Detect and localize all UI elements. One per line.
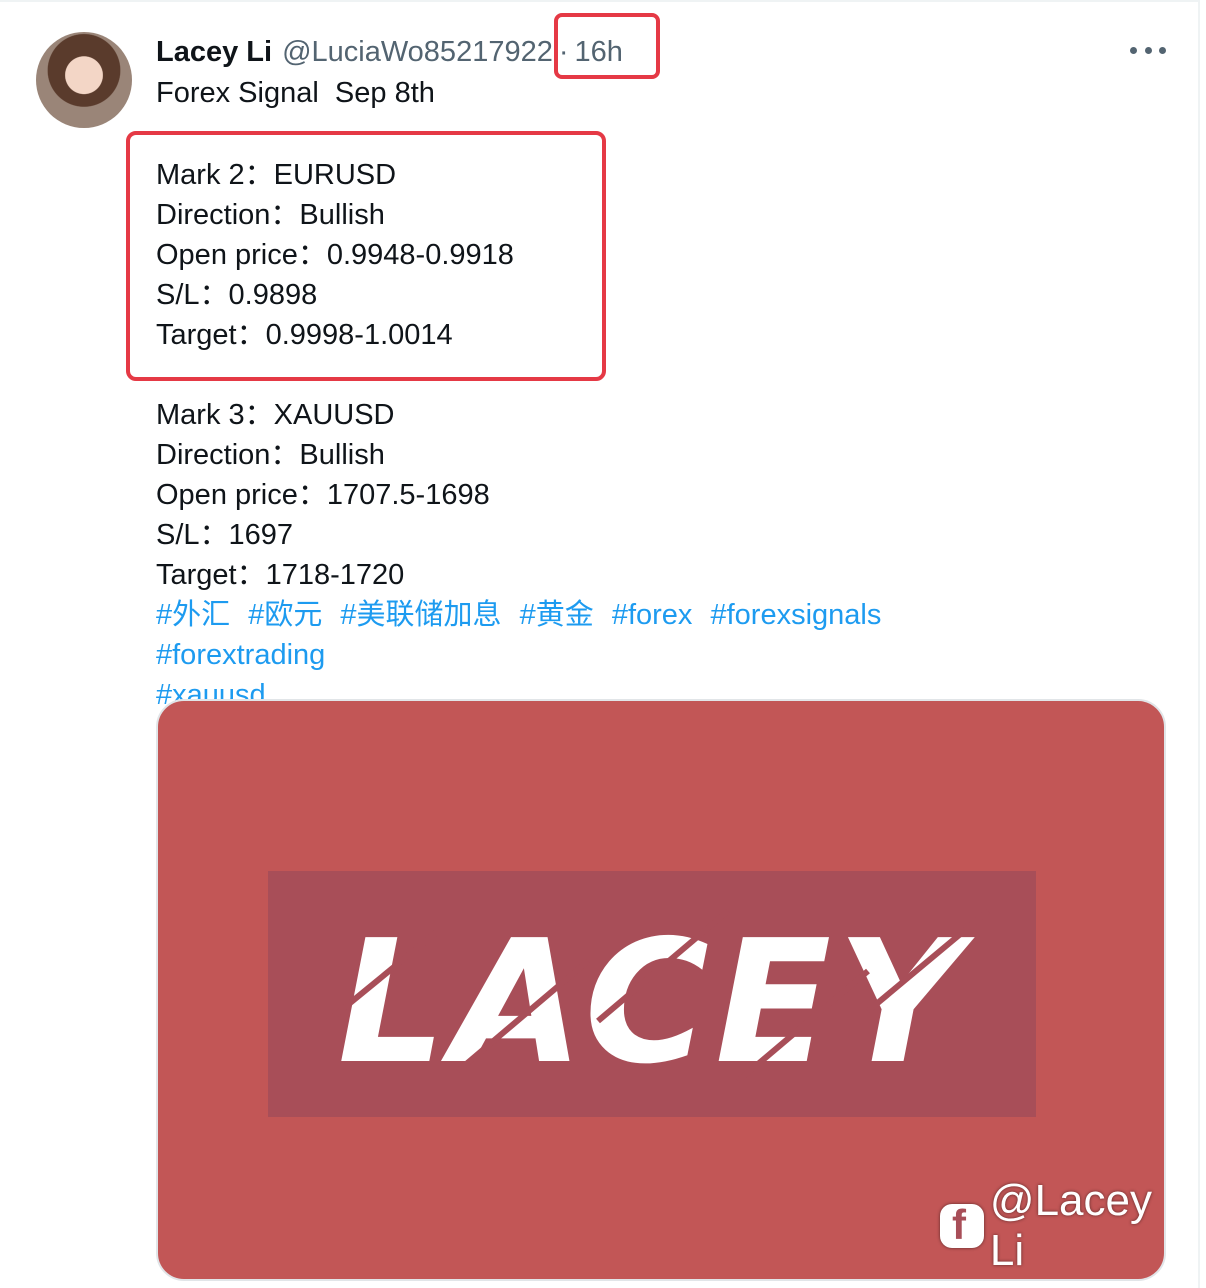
watermark-text: @Lacey Li <box>989 1176 1152 1275</box>
hashtag-list: #外汇 #欧元 #美联储加息 #黄金 #forex #forexsignals … <box>156 595 1076 715</box>
timestamp-highlight-box <box>554 13 660 79</box>
signal-line: S/L：0.9898 <box>156 279 318 311</box>
tweet-header: Lacey Li @LuciaWo85217922 · 16h <box>156 32 623 72</box>
signal-line: Direction：Bullish <box>156 439 385 471</box>
hashtag-link[interactable]: #欧元 <box>248 599 322 631</box>
signal-block-xauusd: Mark 3：XAUUSD Direction：Bullish Open pri… <box>156 395 490 595</box>
signal-line: Target：0.9998-1.0014 <box>156 319 453 351</box>
logo-banner: LACEY <box>268 871 1036 1117</box>
author-avatar[interactable] <box>36 32 132 128</box>
signal-block-eurusd: Mark 2：EURUSD Direction：Bullish Open pri… <box>156 155 514 355</box>
hashtag-link[interactable]: #外汇 <box>156 599 230 631</box>
signal-line: Open price：0.9948-0.9918 <box>156 239 514 271</box>
author-handle[interactable]: @LuciaWo85217922 <box>282 36 553 69</box>
signal-line: Target：1718-1720 <box>156 559 405 591</box>
lacey-logo: LACEY <box>326 904 990 1102</box>
author-name[interactable]: Lacey Li <box>156 36 272 69</box>
tweet-title: Forex Signal Sep 8th <box>156 77 435 109</box>
signal-line: Direction：Bullish <box>156 199 385 231</box>
hashtag-link[interactable]: #黄金 <box>520 599 594 631</box>
hashtag-link[interactable]: #forextrading <box>156 639 325 671</box>
signal-line: Mark 3：XAUUSD <box>156 399 395 431</box>
tweet-card: Lacey Li @LuciaWo85217922 · 16h Forex Si… <box>0 0 1200 1288</box>
hashtag-link[interactable]: #forex <box>612 599 693 631</box>
signal-line: Mark 2：EURUSD <box>156 159 397 191</box>
signal-line: Open price：1707.5-1698 <box>156 479 490 511</box>
hashtag-link[interactable]: #forexsignals <box>710 599 881 631</box>
app-logo-icon <box>940 1201 984 1249</box>
hashtag-link[interactable]: #美联储加息 <box>340 599 501 631</box>
signal-line: S/L：1697 <box>156 519 294 551</box>
watermark: @Lacey Li <box>940 1176 1198 1275</box>
more-options-icon[interactable] <box>1130 40 1166 60</box>
